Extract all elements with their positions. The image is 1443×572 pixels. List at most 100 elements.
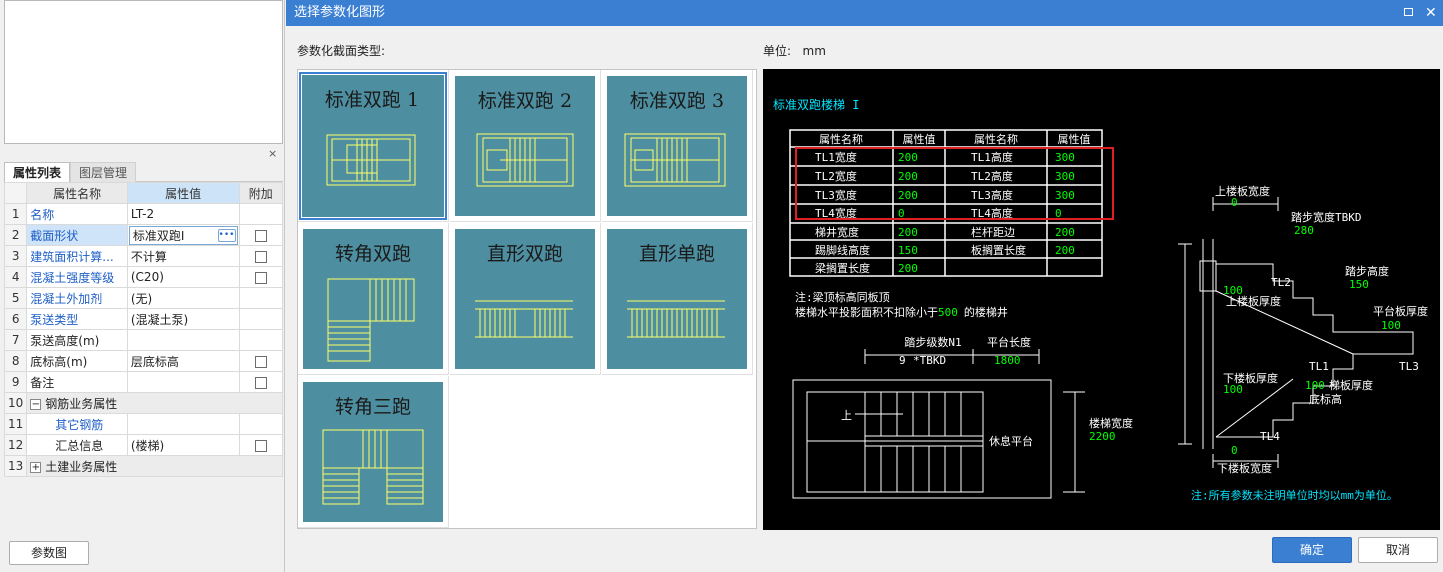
group-name[interactable]: + 土建业务属性 bbox=[26, 455, 283, 477]
section-tl3-label: TL3 bbox=[1399, 360, 1419, 373]
property-panel: × 属性列表 图层管理 属性名称 属性值 附加 1 名称 LT-2 2 截面形状… bbox=[0, 0, 285, 572]
row-value-editor[interactable]: 标准双跑I ••• bbox=[126, 224, 240, 246]
table-row[interactable]: 1 名称 LT-2 bbox=[3, 203, 283, 225]
param-name: TL4宽度 bbox=[815, 206, 857, 220]
table-row[interactable]: 5 混凝土外加剂 (无) bbox=[3, 287, 283, 309]
table-row[interactable]: 7 泵送高度(m) bbox=[3, 329, 283, 351]
section-tread-width-label: 踏步宽度TBKD bbox=[1291, 210, 1362, 224]
tab-layer-management[interactable]: 图层管理 bbox=[70, 162, 136, 182]
row-name: 建筑面积计算... bbox=[26, 245, 128, 267]
ellipsis-button[interactable]: ••• bbox=[217, 228, 236, 242]
double-run-stair-icon bbox=[476, 133, 574, 187]
param-name: 栏杆距边 bbox=[971, 225, 1015, 239]
extra-checkbox[interactable] bbox=[254, 355, 267, 368]
row-value[interactable] bbox=[126, 413, 240, 435]
extra-checkbox[interactable] bbox=[254, 250, 267, 263]
stair-width-value: 2200 bbox=[1089, 430, 1116, 443]
section-shape-field[interactable]: 标准双跑I ••• bbox=[128, 225, 238, 245]
param-table-header: 属性名称 bbox=[819, 132, 863, 146]
extra-checkbox[interactable] bbox=[254, 271, 267, 284]
dialog-title: 选择参数化图形 bbox=[294, 5, 386, 20]
param-value: 200 bbox=[1055, 226, 1075, 239]
shape-tile-standard-double-2[interactable]: 标准双跑 2 bbox=[450, 70, 601, 222]
section-riser-value: 150 bbox=[1349, 278, 1369, 291]
param-name: TL4高度 bbox=[971, 206, 1013, 220]
table-row[interactable]: 2 截面形状 标准双跑I ••• bbox=[3, 224, 283, 246]
drawing-note: 注:梁顶标高同板顶 bbox=[795, 290, 890, 304]
table-group-row[interactable]: 13 + 土建业务属性 bbox=[3, 455, 283, 477]
row-extra bbox=[238, 413, 283, 435]
row-extra bbox=[238, 224, 283, 246]
group-name[interactable]: − 钢筋业务属性 bbox=[26, 392, 283, 414]
row-name: 混凝土强度等级 bbox=[26, 266, 128, 288]
row-value[interactable]: 不计算 bbox=[126, 245, 240, 267]
param-value: 200 bbox=[898, 226, 918, 239]
row-value[interactable] bbox=[126, 371, 240, 393]
ok-button[interactable]: 确定 bbox=[1272, 537, 1352, 563]
shape-tile-standard-double-1[interactable]: 标准双跑 1 bbox=[298, 70, 449, 222]
row-value[interactable]: (C20) bbox=[126, 266, 240, 288]
row-name: 汇总信息 bbox=[26, 434, 128, 456]
maximize-icon[interactable] bbox=[1404, 8, 1413, 16]
row-value[interactable]: (无) bbox=[126, 287, 240, 309]
extra-checkbox[interactable] bbox=[254, 229, 267, 242]
param-name: 踢脚线高度 bbox=[815, 243, 870, 257]
table-row[interactable]: 8 底标高(m) 层底标高 bbox=[3, 350, 283, 372]
expand-icon[interactable]: + bbox=[30, 461, 42, 473]
double-run-stair-icon bbox=[624, 133, 726, 187]
tab-property-list[interactable]: 属性列表 bbox=[4, 162, 70, 182]
close-icon[interactable]: ✕ bbox=[1425, 0, 1437, 26]
row-name: 底标高(m) bbox=[26, 350, 128, 372]
row-value[interactable]: 层底标高 bbox=[126, 350, 240, 372]
table-group-row[interactable]: 10 − 钢筋业务属性 bbox=[3, 392, 283, 414]
param-diagram-button[interactable]: 参数图 bbox=[9, 541, 89, 565]
param-name: TL2宽度 bbox=[815, 169, 857, 183]
table-row[interactable]: 6 泵送类型 (混凝土泵) bbox=[3, 308, 283, 330]
section-lower-width-value: 0 bbox=[1231, 444, 1238, 457]
row-value[interactable]: (楼梯) bbox=[126, 434, 240, 456]
param-value: 300 bbox=[1055, 189, 1075, 202]
section-type-label: 参数化截面类型: bbox=[297, 44, 386, 58]
section-plat-thick-value: 100 bbox=[1381, 319, 1401, 332]
table-row[interactable]: 11 其它钢筋 bbox=[3, 413, 283, 435]
table-header-row: 属性名称 属性值 附加 bbox=[3, 182, 283, 204]
row-extra bbox=[238, 203, 283, 225]
section-tread-width-value: 280 bbox=[1294, 224, 1314, 237]
unit-value: mm bbox=[802, 44, 826, 58]
panel-close-icon[interactable]: × bbox=[268, 147, 277, 160]
row-name: 泵送高度(m) bbox=[26, 329, 128, 351]
shape-tile-corner-double[interactable]: 转角双跑 bbox=[298, 223, 449, 375]
row-value[interactable]: (混凝土泵) bbox=[126, 308, 240, 330]
row-value[interactable] bbox=[126, 329, 240, 351]
collapse-icon[interactable]: − bbox=[30, 398, 42, 410]
row-extra bbox=[238, 371, 283, 393]
corner-stair-icon bbox=[327, 278, 415, 362]
preview-area bbox=[4, 0, 283, 144]
table-row[interactable]: 9 备注 bbox=[3, 371, 283, 393]
param-name: 梁搁置长度 bbox=[815, 261, 870, 275]
section-tl4-label: TL4 bbox=[1260, 430, 1280, 443]
tile-thumbnail: 标准双跑 3 bbox=[607, 76, 747, 216]
plan-view bbox=[792, 349, 1085, 499]
three-run-stair-icon bbox=[322, 429, 424, 505]
shape-tile-straight-double[interactable]: 直形双跑 bbox=[450, 223, 601, 375]
param-value: 200 bbox=[1055, 244, 1075, 257]
row-name: 名称 bbox=[26, 203, 128, 225]
row-extra bbox=[238, 287, 283, 309]
extra-checkbox[interactable] bbox=[254, 376, 267, 389]
double-run-stair-icon bbox=[326, 134, 416, 186]
shape-tile-straight-single[interactable]: 直形单跑 bbox=[602, 223, 753, 375]
extra-checkbox[interactable] bbox=[254, 439, 267, 452]
cancel-button[interactable]: 取消 bbox=[1358, 537, 1438, 563]
row-value[interactable]: LT-2 bbox=[126, 203, 240, 225]
table-row[interactable]: 12 汇总信息 (楼梯) bbox=[3, 434, 283, 456]
shape-tile-corner-triple[interactable]: 转角三跑 bbox=[298, 376, 449, 528]
param-value: 200 bbox=[898, 151, 918, 164]
shape-tile-standard-double-3[interactable]: 标准双跑 3 bbox=[602, 70, 753, 222]
row-name: 泵送类型 bbox=[26, 308, 128, 330]
row-extra bbox=[238, 266, 283, 288]
plan-steps-num: 9 bbox=[899, 354, 906, 367]
table-row[interactable]: 3 建筑面积计算... 不计算 bbox=[3, 245, 283, 267]
plan-steps-label: 踏步级数N1 bbox=[904, 335, 961, 349]
table-row[interactable]: 4 混凝土强度等级 (C20) bbox=[3, 266, 283, 288]
